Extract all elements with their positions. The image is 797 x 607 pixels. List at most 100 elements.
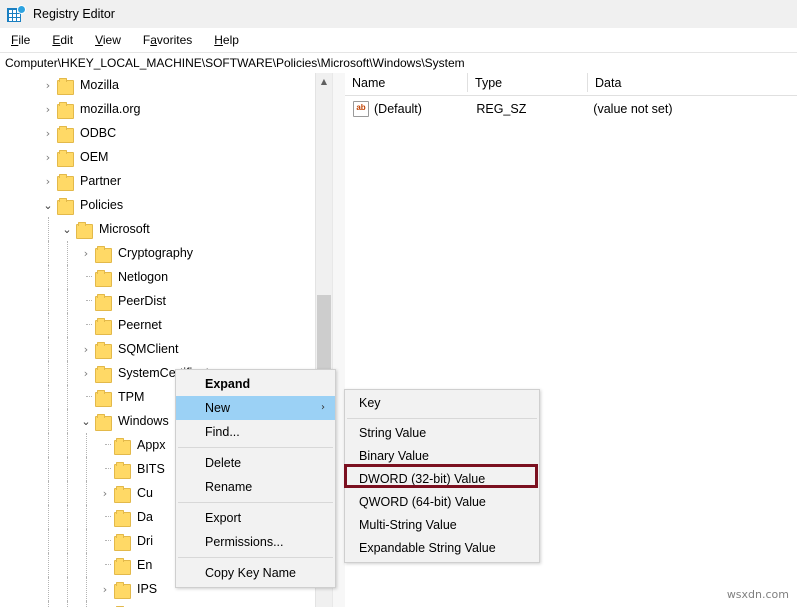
context-menu-item-label: Permissions... [205,535,284,549]
tree-guide-line [67,289,69,313]
chevron-right-icon[interactable]: › [97,577,113,601]
submenu-item-stringvalue[interactable]: String Value [345,422,539,445]
tree-guide-line [67,457,69,481]
tree-guide-line [67,361,69,385]
registry-path: Computer\HKEY_LOCAL_MACHINE\SOFTWARE\Pol… [5,56,465,70]
tree-node-oem[interactable]: › OEM [0,145,332,169]
folder-icon [114,438,131,455]
tree-node-label: Mozilla [80,78,119,92]
chevron-down-icon[interactable]: ⌄ [40,193,56,217]
chevron-right-icon[interactable]: › [40,121,56,145]
submenu-item-expandablestringvalue[interactable]: Expandable String Value [345,537,539,560]
tree-guide-line [86,433,88,457]
tree-guide-line [48,481,50,505]
folder-icon [57,78,74,95]
context-menu-item-copykeyname[interactable]: Copy Key Name [176,561,335,585]
tree-guide-line [48,313,50,337]
tree-guide-line [86,577,88,601]
scroll-up-arrow[interactable]: ▲ [316,73,332,90]
submenu-item-binaryvalue[interactable]: Binary Value [345,445,539,468]
tree-guide-line [48,505,50,529]
tree-node-cryptography[interactable]: › Cryptography [0,241,332,265]
context-menu-item-find[interactable]: Find... [176,420,335,444]
tree-node-mozilla[interactable]: › Mozilla [0,73,332,97]
context-menu-item-permissions[interactable]: Permissions... [176,530,335,554]
folder-icon [114,462,131,479]
tree-node-label: OEM [80,150,109,164]
tree-guide-line [48,241,50,265]
registry-editor-icon [7,5,25,23]
address-bar[interactable]: Computer\HKEY_LOCAL_MACHINE\SOFTWARE\Pol… [0,52,797,74]
submenu-item-key[interactable]: Key [345,392,539,415]
menu-edit[interactable]: Edit [41,30,84,50]
tree-node-label: Dri [137,534,153,548]
folder-icon [95,342,112,359]
menu-help[interactable]: Help [203,30,250,50]
context-menu-item-delete[interactable]: Delete [176,451,335,475]
gear-icon [18,5,25,13]
tree-guide-line [86,457,88,481]
context-menu-item-rename[interactable]: Rename [176,475,335,499]
tree-guide-line [48,385,50,409]
submenu-item-multistringvalue[interactable]: Multi-String Value [345,514,539,537]
value-type: REG_SZ [476,102,527,116]
tree-guide-line [67,601,69,607]
tree-guide-line [67,265,69,289]
chevron-right-icon[interactable]: › [40,73,56,97]
context-menu-item-label: Export [205,511,242,525]
submenu-item-qword64bitvalue[interactable]: QWORD (64-bit) Value [345,491,539,514]
tree-node-label: Netlogon [118,270,169,284]
chevron-down-icon[interactable]: ⌄ [59,217,75,241]
tree-node-label: IPS [137,582,158,596]
tree-guide-line [48,337,50,361]
context-menu-item-expand[interactable]: Expand [176,372,335,396]
chevron-right-icon[interactable]: › [78,241,94,265]
chevron-right-icon[interactable]: › [78,361,94,385]
menu-bar: File Edit View Favorites Help [0,28,797,52]
folder-icon [114,486,131,503]
tree-node-mozillaorg[interactable]: › mozilla.org [0,97,332,121]
submenu-item-dword32bitvalue[interactable]: DWORD (32-bit) Value [345,468,539,491]
chevron-right-icon[interactable]: › [97,481,113,505]
chevron-right-icon[interactable]: › [40,169,56,193]
context-menu-item-export[interactable]: Export [176,506,335,530]
tree-node-sqmclient[interactable]: › SQMClient [0,337,332,361]
context-menu-item-new[interactable]: New › [176,396,335,420]
tree-guide-line [48,553,50,577]
column-header-type[interactable]: Type [468,73,588,92]
column-header-name[interactable]: Name [345,73,468,92]
menu-favorites[interactable]: Favorites [132,30,203,50]
tree-guide-line [67,577,69,601]
tree-guide-line [67,241,69,265]
tree-node-ne[interactable]: Ne [0,601,332,607]
tree-guide-line [48,409,50,433]
menu-file[interactable]: File [0,30,41,50]
table-row[interactable]: ab (Default) REG_SZ (value not set) [345,99,797,119]
tree-guide-line [48,457,50,481]
chevron-right-icon: › [321,402,325,413]
tree-node-label: Windows [118,414,169,428]
folder-icon [57,102,74,119]
context-menu[interactable]: Expand New › Find... Delete Rename Export Permi… [175,369,336,588]
new-submenu[interactable]: Key String Value Binary Value DWORD (32-bit… [344,389,540,563]
context-menu-item-label: New [205,401,231,415]
tree-node-netlogon[interactable]: Netlogon [0,265,332,289]
tree-node-odbc[interactable]: › ODBC [0,121,332,145]
tree-guide-line [105,468,111,470]
chevron-right-icon[interactable]: › [78,337,94,361]
tree-node-policies[interactable]: ⌄ Policies [0,193,332,217]
tree-node-partner[interactable]: › Partner [0,169,332,193]
column-header-data[interactable]: Data [588,73,797,92]
folder-icon [57,150,74,167]
chevron-down-icon[interactable]: ⌄ [78,409,94,433]
chevron-right-icon[interactable]: › [40,97,56,121]
tree-node-microsoft[interactable]: ⌄ Microsoft [0,217,332,241]
tree-node-label: Policies [80,198,124,212]
chevron-right-icon[interactable]: › [40,145,56,169]
menu-view[interactable]: View [84,30,132,50]
tree-guide-line [86,324,92,326]
tree-node-peerdist[interactable]: PeerDist [0,289,332,313]
tree-node-peernet[interactable]: Peernet [0,313,332,337]
folder-icon [95,294,112,311]
tree-guide-line [86,505,88,529]
